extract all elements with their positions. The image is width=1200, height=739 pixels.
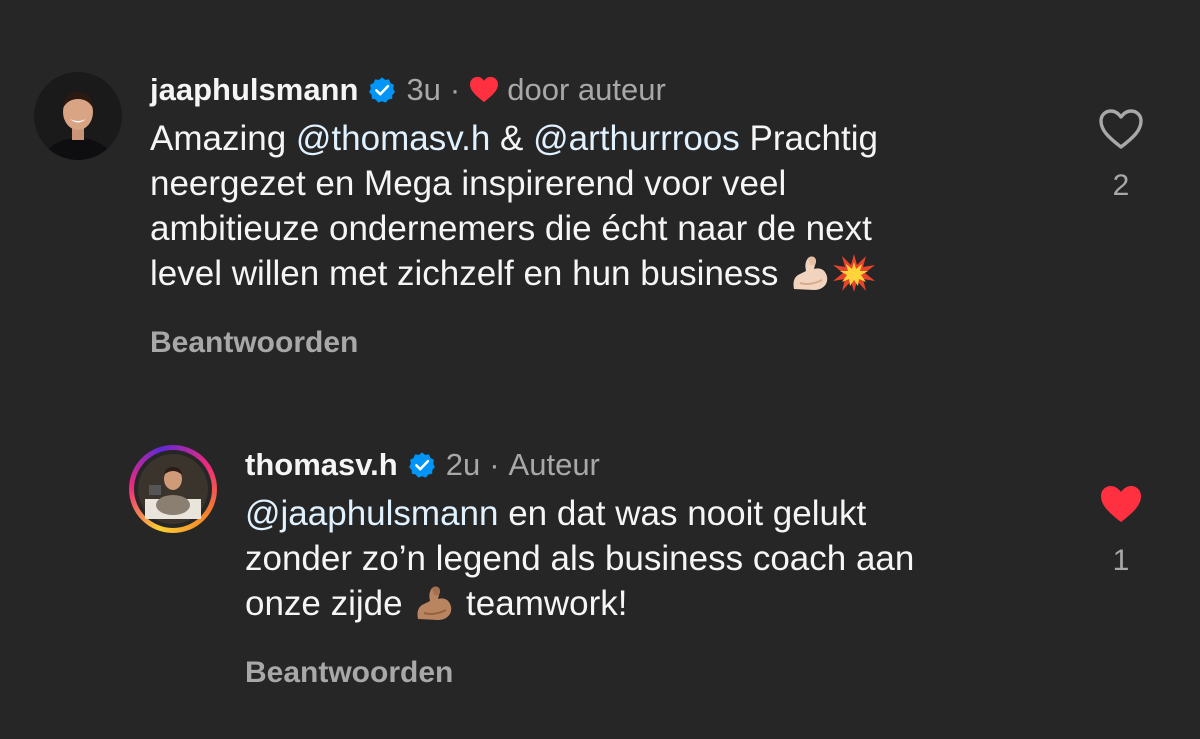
avatar-story-ring[interactable] [129, 445, 217, 533]
comment-line: ambitieuze ondernemers die écht naar de … [150, 209, 872, 248]
heart-outline-icon[interactable] [1098, 108, 1144, 150]
avatar[interactable] [34, 72, 122, 160]
text-segment: & [490, 119, 534, 158]
text-segment: Amazing [150, 119, 296, 158]
reply-button[interactable]: Beantwoorden [150, 326, 358, 360]
reply-button[interactable]: Beantwoorden [245, 656, 453, 690]
comment-body: jaaphulsmann 3u · door auteur Amazing @t… [150, 70, 878, 296]
like-control: 1 [1091, 483, 1151, 578]
text-segment: teamwork! [456, 584, 628, 623]
collision-emoji [833, 254, 876, 292]
username[interactable]: jaaphulsmann [150, 70, 358, 110]
like-control: 2 [1091, 108, 1151, 203]
heart-filled-icon [470, 76, 499, 103]
comment-line: level willen met zichzelf en hun busines… [150, 251, 878, 296]
text-segment: Prachtig [739, 119, 878, 158]
mention-link[interactable]: @jaaphulsmann [245, 494, 498, 533]
comment-text: Amazing @thomasv.h & @arthurrroos Pracht… [150, 116, 878, 296]
author-label: Auteur [508, 447, 600, 482]
comment-header: jaaphulsmann 3u · door auteur [150, 70, 878, 110]
text-segment: onze zijde [245, 584, 413, 623]
comment-line: zonder zo’n legend als business coach aa… [245, 539, 915, 578]
flexed-biceps-emoji [793, 256, 828, 290]
verified-badge-icon [369, 77, 396, 103]
comments-thread: jaaphulsmann 3u · door auteur Amazing @t… [0, 0, 1200, 739]
mention-link[interactable]: @thomasv.h [296, 119, 490, 158]
flexed-biceps-emoji [417, 586, 452, 620]
timestamp: 3u [406, 72, 441, 107]
verified-badge-icon [408, 452, 435, 478]
liked-by-author-label: door auteur [507, 72, 666, 107]
mention-link[interactable]: @arthurrroos [533, 119, 740, 158]
comment-text: @jaaphulsmann en dat was nooit gelukt zo… [245, 491, 914, 626]
comment-header: thomasv.h 2u · Auteur [245, 445, 914, 485]
like-count: 1 [1112, 544, 1130, 577]
comment-line: neergezet en Mega inspirerend voor veel [150, 164, 787, 203]
comment-line: @jaaphulsmann en dat was nooit gelukt [245, 491, 914, 536]
like-count: 2 [1112, 169, 1130, 202]
heart-filled-icon[interactable] [1098, 483, 1144, 525]
comment-line: Amazing @thomasv.h & @arthurrroos Pracht… [150, 116, 878, 161]
meta-separator: · [449, 72, 461, 107]
avatar [134, 450, 212, 528]
text-segment: level willen met zichzelf en hun busines… [150, 254, 789, 293]
timestamp: 2u [445, 447, 481, 482]
comment-line: onze zijde teamwork! [245, 581, 914, 626]
text-segment: en dat was nooit gelukt [498, 494, 867, 533]
username[interactable]: thomasv.h [245, 445, 398, 485]
comment-body: thomasv.h 2u · Auteur @jaaphulsmann en d… [245, 445, 914, 626]
meta-separator: · [489, 447, 500, 482]
